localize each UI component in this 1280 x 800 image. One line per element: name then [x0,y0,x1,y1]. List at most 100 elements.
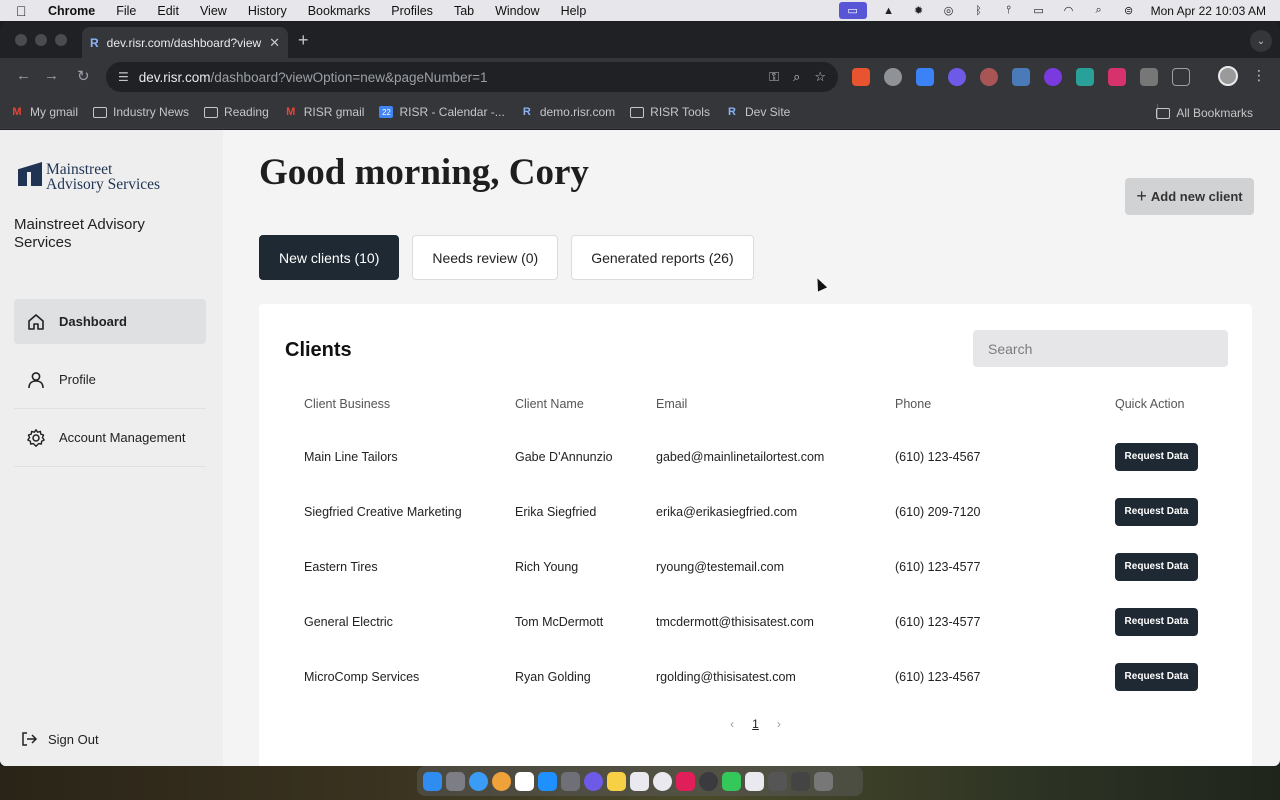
tab-search-icon[interactable]: ⌄ [1250,30,1272,52]
menu-history[interactable]: History [248,4,287,18]
sun-icon[interactable]: ✹ [911,4,927,18]
app-store-icon[interactable] [538,771,557,791]
extension-icon[interactable] [980,68,998,86]
drive-icon[interactable]: ▲ [881,4,897,18]
bookmark-industry-news[interactable]: Industry News [93,105,189,119]
all-bookmarks-button[interactable]: All Bookmarks [1156,106,1253,120]
battery-icon[interactable]: ▭ [1031,4,1047,18]
screen-share-icon[interactable]: ▭ [838,2,867,19]
airpods-icon[interactable]: ⫯ [1001,4,1017,18]
document-icon[interactable] [745,771,764,791]
launchpad-icon[interactable] [446,771,465,791]
add-new-client-button[interactable]: + Add new client [1125,178,1254,215]
extension-icon[interactable] [1044,68,1062,86]
search-input[interactable] [973,330,1228,367]
password-key-icon[interactable]: ⚿ [769,69,779,85]
menu-edit[interactable]: Edit [157,4,179,18]
table-row[interactable]: General Electric Tom McDermott tmcdermot… [304,594,1224,649]
company-logo[interactable]: Mainstreet Advisory Services [18,162,160,192]
extension-icon[interactable] [1076,68,1094,86]
bookmark-my-gmail[interactable]: M My gmail [10,105,78,119]
zoom-icon[interactable]: ⌕ [793,69,800,85]
tab-needs-review[interactable]: Needs review (0) [412,235,559,280]
app-icon[interactable] [630,771,649,791]
sidebar-item-dashboard[interactable]: Dashboard [14,299,206,344]
sidebar-item-account-management[interactable]: Account Management [14,415,206,460]
bookmark-demo-risr[interactable]: Rdemo.risr.com [520,105,615,119]
menu-help[interactable]: Help [561,4,587,18]
clock[interactable]: Mon Apr 22 10:03 AM [1151,4,1266,18]
app-icon[interactable] [584,771,603,791]
bookmark-risr-calendar[interactable]: 22 RISR - Calendar -... [379,105,505,119]
safari-icon[interactable] [469,771,488,791]
app-icon[interactable] [768,771,787,791]
system-settings-icon[interactable] [561,771,580,791]
messages-icon[interactable] [722,771,741,791]
spotlight-search-icon[interactable]: ⌕ [1091,4,1107,18]
extension-icon[interactable] [916,68,934,86]
request-data-button[interactable]: Request Data [1115,442,1198,471]
bookmark-dev-site[interactable]: R Dev Site [725,105,790,119]
creative-cloud-icon[interactable]: ◎ [941,4,957,18]
bookmark-star-icon[interactable]: ☆ [814,69,826,85]
table-row[interactable]: Main Line Tailors Gabe D'Annunzio gabed@… [304,429,1224,484]
menu-tab[interactable]: Tab [454,4,474,18]
request-data-button[interactable]: Request Data [1115,607,1198,636]
address-bar[interactable]: ☰ dev.risr.com/dashboard?viewOption=new&… [106,62,838,92]
minimize-window-button[interactable] [35,34,47,46]
bookmark-reading[interactable]: Reading [204,105,269,119]
current-page[interactable]: 1 [752,717,759,731]
app-icon[interactable] [699,771,718,791]
extension-icon[interactable] [852,68,870,86]
more-menu-icon[interactable]: ⋮ [1252,67,1266,84]
extension-icon[interactable] [948,68,966,86]
menu-app-name[interactable]: Chrome [48,4,95,18]
back-icon[interactable]: ← [16,67,31,84]
request-data-button[interactable]: Request Data [1115,497,1198,526]
menu-view[interactable]: View [200,4,227,18]
apple-icon[interactable]:  [16,3,32,19]
bookmark-risr-tools[interactable]: RISR Tools [630,105,710,119]
notes-icon[interactable] [607,771,626,791]
bluetooth-icon[interactable]: ᛒ [971,4,987,18]
site-info-icon[interactable]: ☰ [118,70,129,84]
menu-profiles[interactable]: Profiles [391,4,433,18]
request-data-button[interactable]: Request Data [1115,662,1198,691]
new-tab-button[interactable]: + [298,30,309,51]
chrome-icon[interactable] [653,771,672,791]
trash-icon[interactable] [814,771,833,791]
menu-bookmarks[interactable]: Bookmarks [308,4,371,18]
extension-icon[interactable] [1012,68,1030,86]
request-data-button[interactable]: Request Data [1115,552,1198,581]
wifi-icon[interactable]: ◠ [1061,4,1077,18]
control-center-icon[interactable]: ⊜ [1121,4,1137,18]
sidebar-item-profile[interactable]: Profile [14,357,206,402]
browser-tab[interactable]: R dev.risr.com/dashboard?view ✕ [82,27,288,58]
zoom-window-button[interactable] [55,34,67,46]
prev-page-icon[interactable]: ‹ [730,717,734,731]
forward-icon[interactable]: → [44,67,59,84]
menu-file[interactable]: File [116,4,136,18]
menu-window[interactable]: Window [495,4,539,18]
tab-new-clients[interactable]: New clients (10) [259,235,400,280]
next-page-icon[interactable]: › [777,717,781,731]
close-tab-icon[interactable]: ✕ [269,35,280,51]
slack-icon[interactable] [676,771,695,791]
table-row[interactable]: Siegfried Creative Marketing Erika Siegf… [304,484,1224,539]
extension-icon[interactable] [884,68,902,86]
tab-generated-reports[interactable]: Generated reports (26) [571,235,754,280]
calendar-icon[interactable] [515,771,534,791]
finder-icon[interactable] [423,771,442,791]
bookmark-risr-gmail[interactable]: M RISR gmail [284,105,364,119]
extension-icon[interactable] [1140,68,1158,86]
table-row[interactable]: Eastern Tires Rich Young ryoung@testemai… [304,539,1224,594]
app-icon[interactable] [791,771,810,791]
photos-icon[interactable] [492,771,511,791]
sign-out-button[interactable]: Sign Out [20,730,99,748]
table-row[interactable]: MicroComp Services Ryan Golding rgolding… [304,649,1224,704]
extension-icon[interactable] [1108,68,1126,86]
close-window-button[interactable] [15,34,27,46]
profile-avatar[interactable] [1218,66,1238,86]
reload-icon[interactable]: ↻ [77,67,90,85]
extensions-puzzle-icon[interactable] [1172,68,1190,86]
